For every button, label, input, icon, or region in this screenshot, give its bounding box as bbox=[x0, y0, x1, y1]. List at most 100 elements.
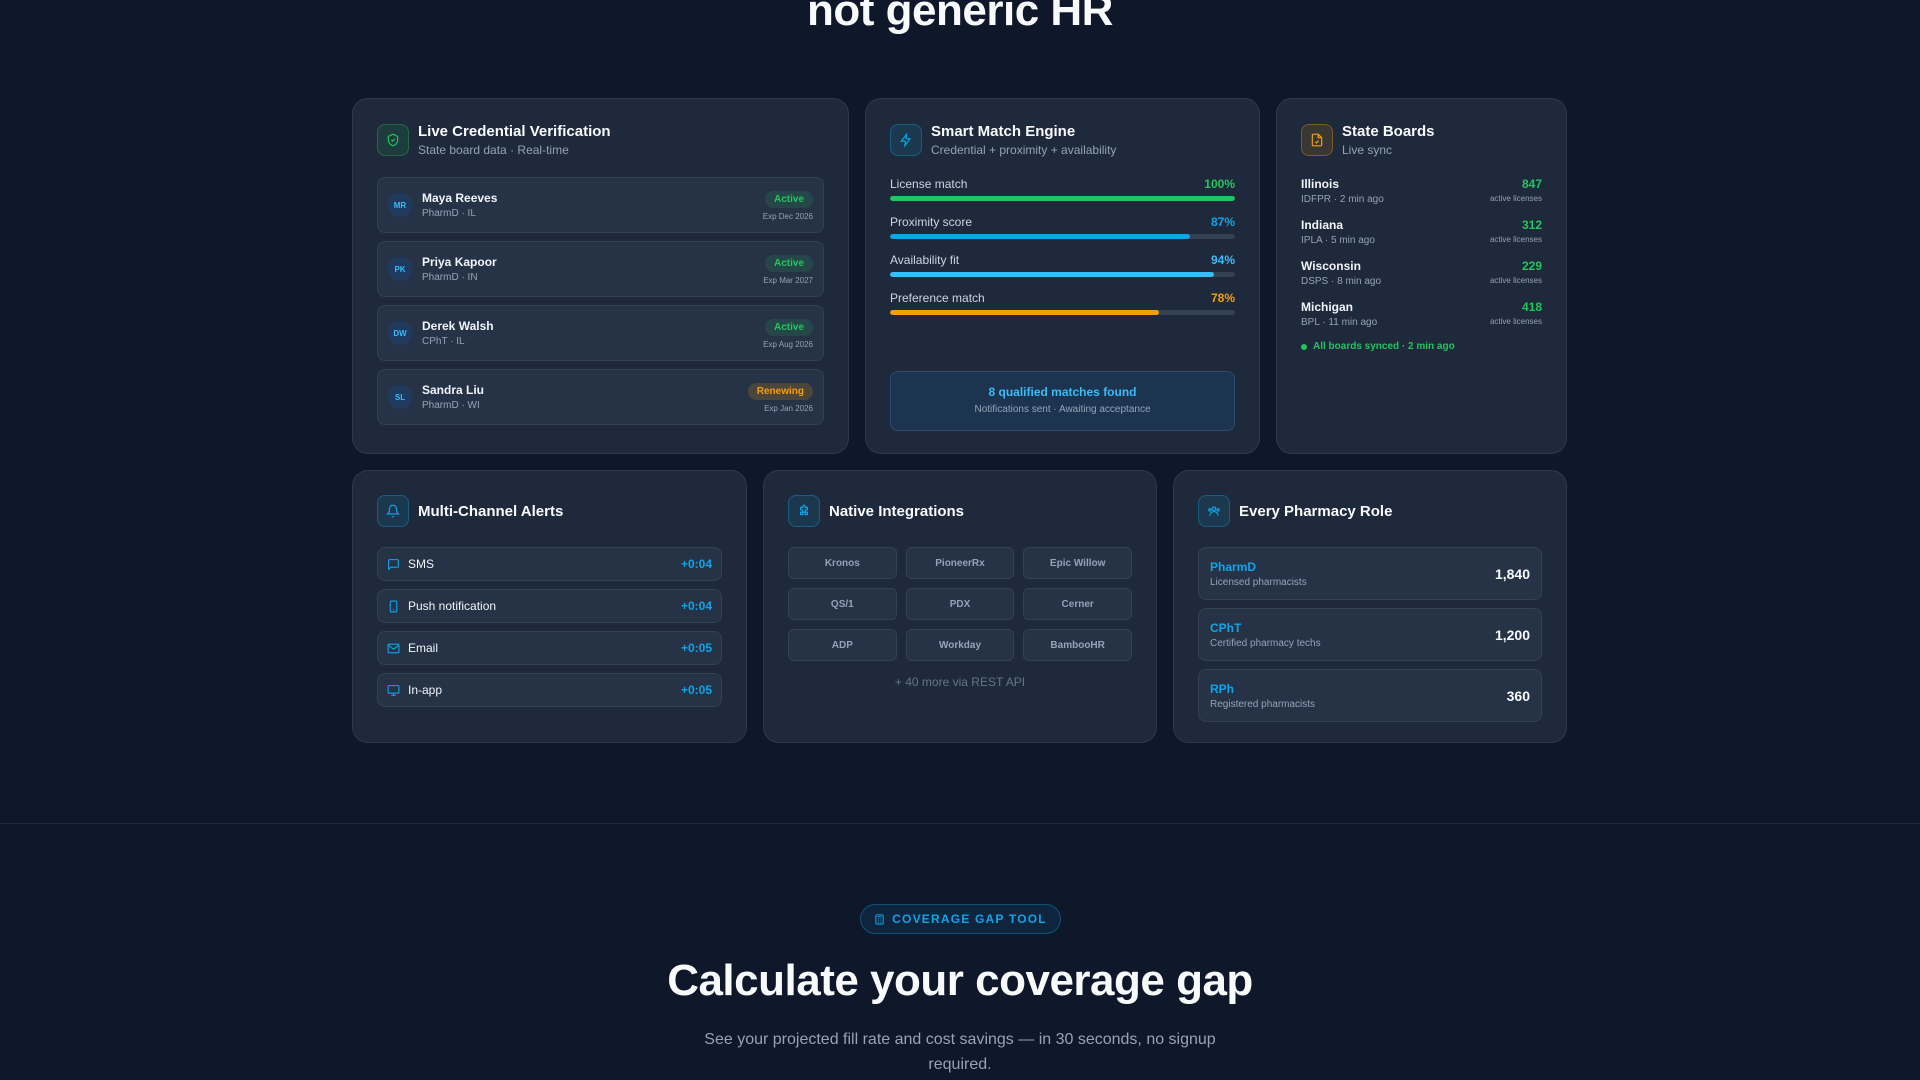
integration-epic-willow[interactable]: Epic Willow bbox=[1023, 547, 1132, 579]
shield-icon bbox=[377, 124, 409, 156]
credential-row[interactable]: MR Maya Reeves PharmD · IL Active Exp Dec … bbox=[377, 177, 824, 233]
state-name: Wisconsin bbox=[1301, 259, 1361, 273]
alert-label: Push notification bbox=[408, 599, 497, 613]
match-subtitle: Credential + proximity + availability bbox=[931, 143, 1117, 157]
integration-adp[interactable]: ADP bbox=[788, 629, 897, 661]
match-title: Smart Match Engine bbox=[931, 123, 1076, 140]
document-icon bbox=[1301, 124, 1333, 156]
credential-expiry: Exp Aug 2026 bbox=[763, 340, 813, 349]
status-badge: Active bbox=[764, 191, 813, 208]
role-count: 1,200 bbox=[1494, 626, 1530, 643]
progress-fill bbox=[890, 234, 1191, 239]
integrations-card-header: Native Integrations bbox=[788, 495, 1132, 527]
sync-status: All boards synced · 2 min ago bbox=[1301, 341, 1542, 352]
users-icon bbox=[1198, 495, 1230, 527]
integration-bamboohr[interactable]: BambooHR bbox=[1023, 629, 1132, 661]
state-meta: BPL · 11 min ago bbox=[1301, 317, 1378, 328]
state-name: Indiana bbox=[1301, 218, 1344, 232]
status-badge: Renewing bbox=[747, 383, 813, 400]
integration-pdx[interactable]: PDX bbox=[905, 588, 1015, 620]
role-name: RPh bbox=[1210, 681, 1234, 696]
alert-row-push[interactable]: Push notification +0:04 bbox=[377, 589, 722, 623]
progress-fill bbox=[890, 196, 1235, 201]
metric-value: 78% bbox=[1210, 291, 1235, 305]
state-count: 847 bbox=[1521, 177, 1542, 191]
boards-card-header: State Boards Live sync bbox=[1301, 123, 1542, 157]
integration-workday[interactable]: Workday bbox=[905, 629, 1015, 661]
credential-row[interactable]: PK Priya Kapoor PharmD · IN Active Exp Mar… bbox=[377, 241, 824, 297]
coverage-description: See your projected fill rate and cost sa… bbox=[704, 1031, 1216, 1073]
alert-time: +0:05 bbox=[680, 683, 712, 697]
match-result[interactable]: 8 qualified matches found Notifications … bbox=[890, 371, 1235, 431]
roles-card-header: Every Pharmacy Role bbox=[1198, 495, 1542, 527]
avatar: SL bbox=[388, 385, 412, 409]
metric-label: License match bbox=[890, 177, 968, 191]
state-row-illinois[interactable]: Illinois IDFPR · 2 min ago 847 active lice… bbox=[1301, 177, 1542, 205]
state-count-label: active licenses bbox=[1489, 276, 1542, 285]
integration-kronos[interactable]: Kronos bbox=[788, 547, 897, 579]
integrations-card: Native Integrations Kronos PioneerRx Epi… bbox=[763, 470, 1157, 743]
credential-name: Maya Reeves bbox=[422, 191, 498, 205]
chat-icon bbox=[387, 558, 400, 571]
lightning-icon bbox=[890, 124, 922, 156]
integrations-grid: Kronos PioneerRx Epic Willow QS/1 PDX Ce… bbox=[788, 547, 1132, 661]
credential-card-header: Live Credential Verification State board… bbox=[377, 123, 824, 157]
state-count-label: active licenses bbox=[1489, 194, 1542, 203]
credential-name: Priya Kapoor bbox=[422, 255, 497, 269]
alerts-title: Multi-Channel Alerts bbox=[418, 502, 564, 520]
phone-icon bbox=[387, 600, 400, 613]
alert-row-inapp[interactable]: In-app +0:05 bbox=[377, 673, 722, 707]
alert-label: SMS bbox=[408, 557, 435, 571]
credential-row[interactable]: SL Sandra Liu PharmD · WI Renewing Exp Jan… bbox=[377, 369, 824, 425]
boards-title: State Boards bbox=[1342, 123, 1435, 140]
match-result-title: 8 qualified matches found bbox=[988, 385, 1137, 399]
credential-subtitle: State board data · Real-time bbox=[418, 143, 569, 157]
metric-proximity: Proximity score 87% bbox=[890, 215, 1235, 239]
state-count-label: active licenses bbox=[1489, 317, 1542, 326]
role-name: PharmD bbox=[1210, 559, 1257, 574]
roles-title: Every Pharmacy Role bbox=[1239, 502, 1393, 520]
credential-meta: PharmD · WI bbox=[422, 400, 480, 411]
role-row-pharmd[interactable]: PharmD Licensed pharmacists 1,840 bbox=[1198, 547, 1542, 600]
alert-time: +0:05 bbox=[680, 641, 712, 655]
integrations-more: + 40 more via REST API bbox=[894, 675, 1026, 689]
role-description: Registered pharmacists bbox=[1210, 698, 1316, 710]
state-row-michigan[interactable]: Michigan BPL · 11 min ago 418 active licen… bbox=[1301, 300, 1542, 328]
metric-license: License match 100% bbox=[890, 177, 1235, 201]
state-row-indiana[interactable]: Indiana IPLA · 5 min ago 312 active licens… bbox=[1301, 218, 1542, 246]
credential-meta: PharmD · IL bbox=[422, 208, 476, 219]
credential-expiry: Exp Jan 2026 bbox=[764, 404, 813, 413]
metric-preference: Preference match 78% bbox=[890, 291, 1235, 315]
integration-cerner[interactable]: Cerner bbox=[1023, 588, 1132, 620]
role-description: Certified pharmacy techs bbox=[1210, 637, 1321, 649]
integration-pioneerrx[interactable]: PioneerRx bbox=[905, 547, 1015, 579]
metric-label: Proximity score bbox=[890, 215, 973, 229]
roles-card: Every Pharmacy Role PharmD Licensed pharm… bbox=[1173, 470, 1567, 743]
alerts-card-header: Multi-Channel Alerts bbox=[377, 495, 722, 527]
progress-track bbox=[890, 196, 1235, 201]
role-row-rph[interactable]: RPh Registered pharmacists 360 bbox=[1198, 669, 1542, 722]
sync-status-text: All boards synced · 2 min ago bbox=[1313, 341, 1455, 352]
match-result-subtitle: Notifications sent · Awaiting acceptance bbox=[974, 404, 1151, 415]
integrations-title: Native Integrations bbox=[829, 502, 965, 520]
role-row-cpht[interactable]: CPhT Certified pharmacy techs 1,200 bbox=[1198, 608, 1542, 661]
alert-row-email[interactable]: Email +0:05 bbox=[377, 631, 722, 665]
state-name: Michigan bbox=[1301, 300, 1354, 314]
state-count: 229 bbox=[1521, 259, 1542, 273]
credential-name: Derek Walsh bbox=[422, 319, 494, 333]
match-metrics: License match 100% Proximity score 87% Ava… bbox=[890, 177, 1235, 315]
coverage-title: Calculate your coverage gap bbox=[667, 956, 1253, 1005]
state-row-wisconsin[interactable]: Wisconsin DSPS · 8 min ago 229 active lice… bbox=[1301, 259, 1542, 287]
state-name: Illinois bbox=[1301, 177, 1340, 191]
boards-list: Illinois IDFPR · 2 min ago 847 active lice… bbox=[1301, 177, 1542, 328]
integration-qs1[interactable]: QS/1 bbox=[788, 588, 897, 620]
credential-row[interactable]: DW Derek Walsh CPhT · IL Active Exp Aug 20… bbox=[377, 305, 824, 361]
alert-label: Email bbox=[408, 641, 439, 655]
role-count: 360 bbox=[1506, 687, 1530, 704]
avatar: DW bbox=[388, 321, 412, 345]
roles-list: PharmD Licensed pharmacists 1,840 CPhT Cer… bbox=[1198, 547, 1542, 722]
alert-label: In-app bbox=[408, 683, 443, 697]
alert-row-sms[interactable]: SMS +0:04 bbox=[377, 547, 722, 581]
match-engine-card: Smart Match Engine Credential + proximit… bbox=[865, 98, 1260, 454]
state-count: 418 bbox=[1521, 300, 1542, 314]
